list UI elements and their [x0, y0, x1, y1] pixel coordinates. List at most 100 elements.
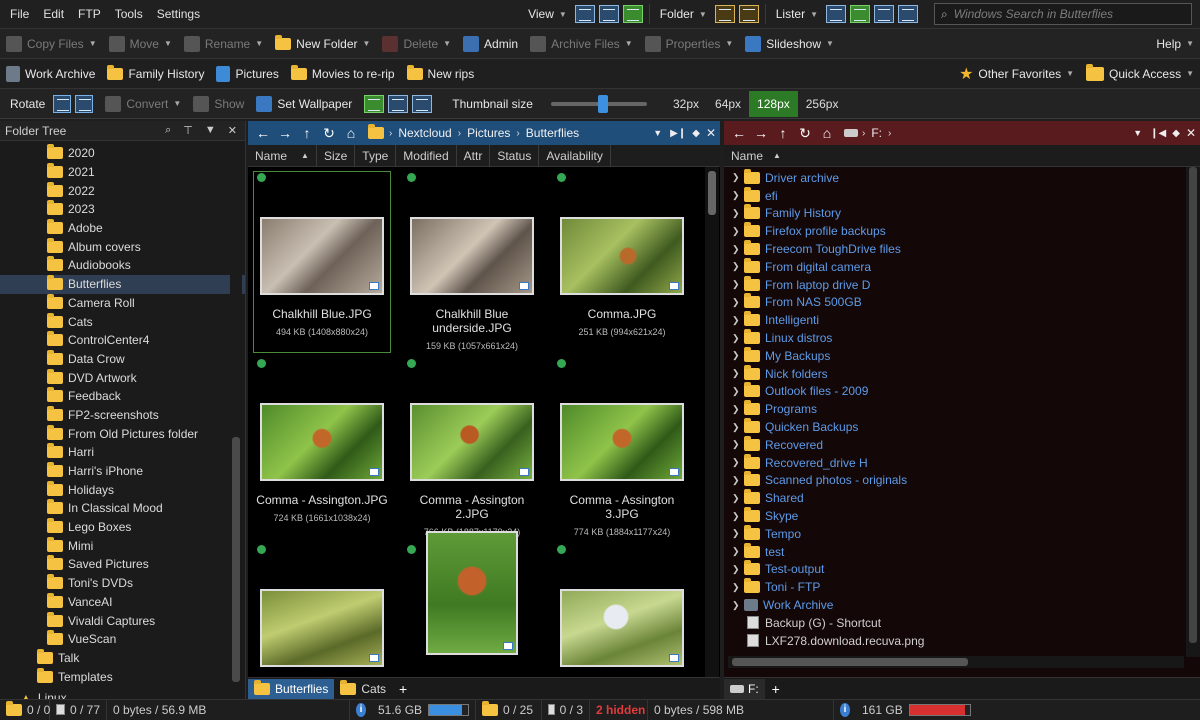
help-button[interactable]: Help ▼ [1150, 32, 1200, 56]
dest-folder-row[interactable]: ❯ From laptop drive D [724, 275, 1200, 294]
chevron-down-icon[interactable]: ▼ [1133, 128, 1142, 138]
tree-item[interactable]: Feedback [0, 387, 245, 406]
expand-chevron-icon[interactable]: ❯ [732, 493, 744, 504]
dest-folder-row[interactable]: ❯ Freecom ToughDrive files [724, 240, 1200, 258]
dest-folder-row[interactable]: ❯ test [724, 542, 1200, 561]
thumbnail-item[interactable]: Chalkhill Blue.JPG 494 KB (1408x880x24) [253, 217, 391, 337]
menu-ftp[interactable]: FTP [71, 7, 108, 21]
scroll-thumb[interactable] [232, 437, 240, 682]
thumbnail-item[interactable]: Comma - Assington 2.JPG766 KB (1887x1179… [403, 403, 541, 537]
tab-butterflies[interactable]: Butterflies [248, 678, 335, 699]
slider-knob[interactable] [598, 94, 609, 113]
tree-item[interactable]: Lego Boxes [0, 518, 245, 537]
column-header-type[interactable]: Type [355, 144, 397, 167]
expand-chevron-icon[interactable]: ❯ [732, 172, 744, 183]
info-icon[interactable]: i [834, 700, 856, 720]
new-tab-icon[interactable]: + [768, 681, 784, 697]
new-folder-button[interactable]: New Folder ▼ [269, 32, 376, 56]
slideshow-button[interactable]: Slideshow ▼ [739, 32, 840, 56]
thumbnail-item[interactable]: Comma - Assington 3.JPG 774 KB (1884x1177… [553, 403, 691, 537]
expand-chevron-icon[interactable]: ❯ [732, 475, 744, 486]
expand-chevron-icon[interactable]: ❯ [732, 404, 744, 415]
size-32px-button[interactable]: 32px [665, 97, 707, 111]
tree-item[interactable]: From Old Pictures folder [0, 424, 245, 443]
menu-tools[interactable]: Tools [108, 7, 150, 21]
tree-item[interactable]: 2023 [0, 200, 245, 219]
scroll-thumb[interactable] [708, 171, 716, 215]
tree-item[interactable]: Adobe [0, 219, 245, 238]
column-header-modified[interactable]: Modified [396, 144, 457, 167]
pin-icon[interactable]: ⊤ [183, 124, 193, 137]
dest-folder-row[interactable]: ❯ Skype [724, 507, 1200, 525]
properties-button[interactable]: Properties ▼ [639, 32, 740, 56]
dest-folder-row[interactable]: ❯ Outlook files - 2009 [724, 382, 1200, 401]
dest-horizontal-scrollbar[interactable] [728, 656, 1184, 668]
dest-folder-row[interactable]: ❯ Driver archive [724, 168, 1200, 187]
layout-toggle-icon[interactable]: ❙◀ [1150, 128, 1166, 139]
source-scrollbar[interactable] [705, 167, 719, 679]
column-header-status[interactable]: Status [490, 144, 540, 167]
rename-button[interactable]: Rename ▼ [178, 32, 269, 56]
dest-folder-row[interactable]: ❯ Quicken Backups [724, 418, 1200, 436]
home-icon[interactable]: ⌂ [816, 125, 838, 141]
chevron-down-icon[interactable]: ▼ [653, 128, 662, 138]
up-arrow-icon[interactable]: ↑ [772, 125, 794, 141]
expand-chevron-icon[interactable]: ❯ [732, 528, 744, 539]
dest-folder-row[interactable]: ❯ efi [724, 186, 1200, 205]
column-header-size[interactable]: Size [317, 144, 356, 167]
thumb-mode-icon[interactable] [364, 94, 385, 113]
tree-item[interactable]: 2020 [0, 144, 245, 163]
expand-chevron-icon[interactable]: ❯ [732, 350, 744, 361]
set-wallpaper-button[interactable]: Set Wallpaper [250, 92, 358, 116]
expand-chevron-icon[interactable]: ❯ [732, 226, 744, 237]
expand-chevron-icon[interactable]: ❯ [732, 333, 744, 344]
tree-item[interactable]: VanceAI [0, 592, 245, 612]
refresh-icon[interactable]: ↻ [318, 125, 340, 142]
home-icon[interactable]: ⌂ [340, 125, 362, 141]
breadcrumb-nextcloud[interactable]: Nextcloud [392, 126, 457, 140]
expand-chevron-icon[interactable]: ❯ [732, 564, 744, 575]
tree-item[interactable]: Talk [0, 648, 245, 668]
expand-chevron-icon[interactable]: ❯ [732, 244, 744, 255]
thumbnail-item[interactable] [553, 589, 691, 667]
expand-chevron-icon[interactable]: ❯ [732, 457, 744, 468]
other-favorites-button[interactable]: ★ Other Favorites ▼ [953, 62, 1080, 86]
dest-file-row[interactable]: Backup (G) - Shortcut [724, 614, 1200, 632]
tree-item[interactable]: VueScan [0, 630, 245, 649]
thumbnail-item[interactable] [403, 531, 541, 655]
size-128px-button[interactable]: 128px [749, 90, 798, 117]
dest-folder-row[interactable]: ❯ Family History [724, 204, 1200, 223]
lister-menu[interactable]: Lister ▼ [770, 2, 824, 26]
dest-folder-row[interactable]: ❯ Programs [724, 400, 1200, 418]
fav-work-archive[interactable]: Work Archive [0, 62, 101, 86]
folder-layout-icon[interactable] [714, 5, 735, 23]
rotate-left-icon[interactable] [53, 94, 72, 113]
tree-item[interactable]: Harri [0, 443, 245, 462]
dest-folder-row[interactable]: ❯ Recovered [724, 435, 1200, 454]
dest-folder-row[interactable]: ❯ Tempo [724, 524, 1200, 543]
admin-button[interactable]: Admin [457, 32, 524, 56]
archive-files-button[interactable]: Archive Files ▼ [524, 32, 639, 56]
tree-lister-icon[interactable] [874, 5, 894, 23]
dest-scrollbar[interactable] [1186, 167, 1200, 657]
dest-folder-row[interactable]: ❯ Intelligenti [724, 311, 1200, 329]
size-256px-button[interactable]: 256px [798, 97, 847, 111]
up-arrow-icon[interactable]: ↑ [296, 125, 318, 141]
show-button[interactable]: Show [187, 92, 250, 116]
thumbnail-item[interactable]: Comma - Assington.JPG 724 KB (1661x1038x2… [253, 403, 391, 523]
dest-folder-row[interactable]: ❯ Toni - FTP [724, 578, 1200, 596]
search-input[interactable]: ⌕ Windows Search in Butterflies [934, 3, 1192, 25]
dropdown-icon[interactable]: ▼ [205, 124, 216, 137]
dest-file-row[interactable]: LXF278.download.recuva.png [724, 632, 1200, 650]
tree-item[interactable]: Holidays [0, 480, 245, 499]
expand-chevron-icon[interactable]: ❯ [732, 546, 744, 557]
viewer-pane-icon[interactable] [898, 5, 918, 23]
tab-drive-f[interactable]: F: [724, 678, 765, 699]
tree-item[interactable]: Butterflies [0, 274, 245, 294]
refresh-icon[interactable]: ↻ [794, 125, 816, 142]
view-menu[interactable]: View ▼ [522, 2, 573, 26]
tree-item[interactable]: In Classical Mood [0, 499, 245, 518]
expand-chevron-icon[interactable]: ❯ [732, 511, 744, 522]
folder-menu[interactable]: Folder ▼ [654, 2, 713, 26]
fav-pictures[interactable]: Pictures [210, 62, 284, 86]
